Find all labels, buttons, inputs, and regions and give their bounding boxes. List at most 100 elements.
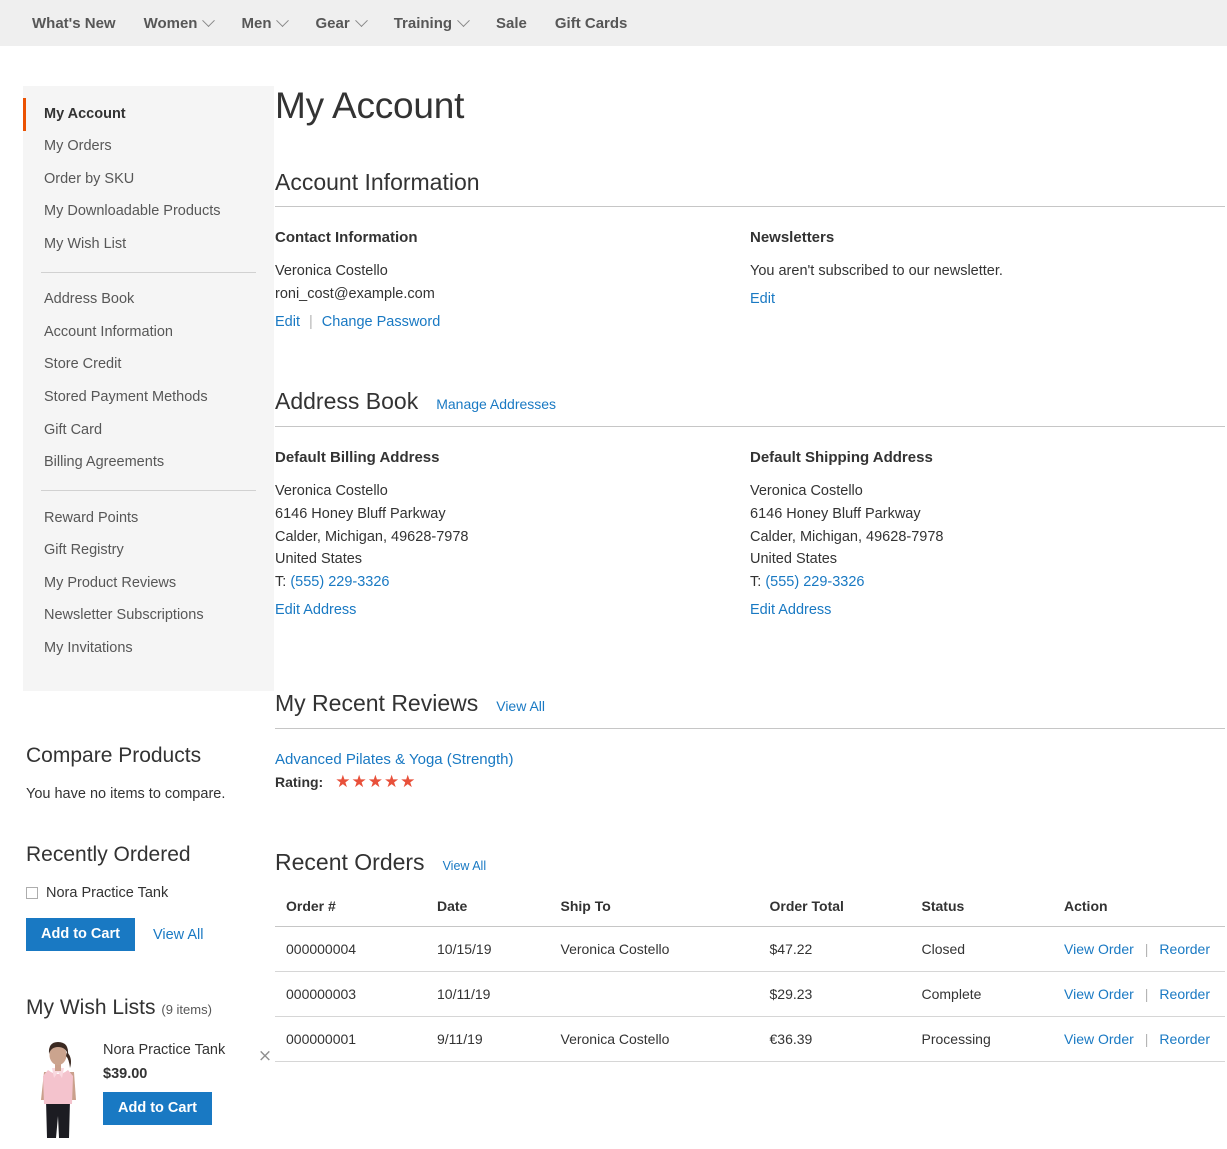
account-information-columns: Contact Information Veronica Costello ro… bbox=[275, 229, 1225, 330]
separator: | bbox=[1144, 941, 1149, 958]
view-all-link[interactable]: View All bbox=[153, 927, 204, 943]
review-product-link[interactable]: Advanced Pilates & Yoga (Strength) bbox=[275, 751, 1225, 768]
sidebar-item-label: Store Credit bbox=[44, 356, 122, 373]
cell-ship-to: Veronica Costello bbox=[550, 926, 760, 973]
nav-item-sale[interactable]: Sale bbox=[482, 0, 541, 46]
phone-prefix: T: bbox=[275, 574, 287, 591]
cell-status: Complete bbox=[911, 971, 1054, 1018]
cell-order-number: 000000001 bbox=[275, 1016, 427, 1063]
edit-contact-link[interactable]: Edit bbox=[275, 314, 300, 330]
recently-ordered-item-label: Nora Practice Tank bbox=[46, 885, 169, 902]
sidebar-item-my-wish-list[interactable]: My Wish List bbox=[23, 228, 274, 261]
recent-reviews-section: My Recent Reviews View All Advanced Pila… bbox=[275, 690, 1225, 791]
view-order-link[interactable]: View Order bbox=[1064, 986, 1134, 1002]
close-icon[interactable]: × bbox=[254, 1038, 276, 1066]
nav-item-label: What's New bbox=[32, 14, 116, 32]
cell-actions: View Order | Reorder bbox=[1054, 1016, 1225, 1063]
sidebar-item-my-account[interactable]: My Account bbox=[23, 98, 274, 131]
main-content: My Account Account Information Contact I… bbox=[275, 85, 1227, 1138]
view-order-link[interactable]: View Order bbox=[1064, 1031, 1134, 1047]
view-all-orders-link[interactable]: View All bbox=[443, 859, 487, 873]
divider bbox=[41, 271, 256, 273]
billing-address-phone-row: T: (555) 229-3326 bbox=[275, 571, 728, 594]
nav-item-men[interactable]: Men bbox=[227, 0, 301, 46]
wish-lists-title-text: My Wish Lists bbox=[26, 995, 156, 1019]
sidebar-item-store-credit[interactable]: Store Credit bbox=[23, 349, 274, 382]
sidebar-item-stored-payment-methods[interactable]: Stored Payment Methods bbox=[23, 382, 274, 415]
contact-actions: Edit | Change Password bbox=[275, 314, 728, 330]
list-item: Nora Practice Tank bbox=[26, 885, 276, 901]
cell-ship-to: Veronica Costello bbox=[550, 1016, 760, 1063]
billing-phone-link[interactable]: (555) 229-3326 bbox=[290, 574, 389, 590]
sidebar-item-label: Gift Card bbox=[44, 421, 103, 438]
reorder-link[interactable]: Reorder bbox=[1159, 986, 1210, 1002]
product-thumbnail[interactable] bbox=[26, 1038, 90, 1139]
recent-orders-header: Recent Orders View All bbox=[275, 849, 1225, 881]
sidebar-item-label: My Downloadable Products bbox=[44, 203, 221, 220]
nav-item-women[interactable]: Women bbox=[130, 0, 228, 46]
view-all-reviews-link[interactable]: View All bbox=[496, 698, 545, 714]
sidebar-item-account-information[interactable]: Account Information bbox=[23, 316, 274, 349]
chevron-down-icon bbox=[354, 13, 368, 27]
sidebar-item-my-product-reviews[interactable]: My Product Reviews bbox=[23, 567, 274, 600]
section-title: Recent Orders bbox=[275, 848, 425, 875]
contact-email: roni_cost@example.com bbox=[275, 286, 435, 303]
product-name[interactable]: Nora Practice Tank bbox=[103, 1042, 241, 1058]
change-password-link[interactable]: Change Password bbox=[322, 314, 441, 330]
contact-information-block: Contact Information Veronica Costello ro… bbox=[275, 229, 750, 330]
compare-products-title: Compare Products bbox=[26, 744, 202, 767]
column-header-action: Action bbox=[1054, 886, 1225, 928]
nav-item-whats-new[interactable]: What's New bbox=[18, 0, 130, 46]
cell-order-total: $29.23 bbox=[759, 971, 912, 1018]
sidebar-item-label: Order by SKU bbox=[44, 170, 135, 187]
edit-newsletter-link[interactable]: Edit bbox=[750, 291, 775, 307]
sidebar-item-my-downloadable-products[interactable]: My Downloadable Products bbox=[23, 196, 274, 229]
sidebar-item-my-invitations[interactable]: My Invitations bbox=[23, 632, 274, 665]
shipping-address-name: Veronica Costello bbox=[750, 482, 863, 499]
sidebar-item-billing-agreements[interactable]: Billing Agreements bbox=[23, 447, 274, 480]
nav-item-label: Men bbox=[241, 14, 272, 32]
billing-address-title: Default Billing Address bbox=[275, 448, 440, 466]
billing-address-street: 6146 Honey Bluff Parkway bbox=[275, 505, 446, 522]
edit-billing-address-link[interactable]: Edit Address bbox=[275, 602, 356, 618]
product-image bbox=[26, 1038, 90, 1139]
account-information-header: Account Information bbox=[275, 169, 1225, 208]
page-body: My Account My Orders Order by SKU My Dow… bbox=[0, 46, 1227, 1139]
view-order-link[interactable]: View Order bbox=[1064, 941, 1134, 957]
chevron-down-icon bbox=[276, 13, 290, 27]
sidebar-item-gift-card[interactable]: Gift Card bbox=[23, 414, 274, 447]
manage-addresses-link[interactable]: Manage Addresses bbox=[436, 396, 556, 412]
edit-shipping-address-link[interactable]: Edit Address bbox=[750, 602, 831, 618]
sidebar-item-my-orders[interactable]: My Orders bbox=[23, 131, 274, 164]
sidebar-item-label: Account Information bbox=[44, 323, 173, 340]
page-title: My Account bbox=[275, 85, 465, 126]
sidebar-item-reward-points[interactable]: Reward Points bbox=[23, 502, 274, 535]
recently-ordered-checkbox[interactable] bbox=[26, 887, 38, 900]
cell-order-number: 000000003 bbox=[275, 971, 427, 1018]
shipping-phone-link[interactable]: (555) 229-3326 bbox=[765, 574, 864, 590]
sidebar-item-address-book[interactable]: Address Book bbox=[23, 284, 274, 317]
recently-ordered-block: Recently Ordered Nora Practice Tank Add … bbox=[26, 802, 276, 951]
cell-date: 10/11/19 bbox=[427, 971, 551, 1018]
table-row: 000000003 10/11/19 $29.23 Complete View … bbox=[275, 971, 1225, 1018]
nav-item-gear[interactable]: Gear bbox=[301, 0, 379, 46]
reorder-link[interactable]: Reorder bbox=[1159, 1031, 1210, 1047]
wish-lists-count: (9 items) bbox=[161, 1001, 212, 1017]
sidebar-item-label: Gift Registry bbox=[44, 542, 124, 559]
nav-item-gift-cards[interactable]: Gift Cards bbox=[541, 0, 642, 46]
add-to-cart-button[interactable]: Add to Cart bbox=[103, 1092, 212, 1125]
add-to-cart-button[interactable]: Add to Cart bbox=[26, 918, 135, 951]
nav-item-training[interactable]: Training bbox=[380, 0, 482, 46]
newsletters-block: Newsletters You aren't subscribed to our… bbox=[750, 229, 1225, 330]
sidebar-item-order-by-sku[interactable]: Order by SKU bbox=[23, 163, 274, 196]
section-title: My Recent Reviews bbox=[275, 690, 479, 717]
sidebar-item-newsletter-subscriptions[interactable]: Newsletter Subscriptions bbox=[23, 600, 274, 633]
star-rating-icon: ★★★★★ bbox=[335, 771, 417, 792]
reorder-link[interactable]: Reorder bbox=[1159, 941, 1210, 957]
sidebar-item-label: My Wish List bbox=[44, 235, 127, 252]
nav-item-label: Gift Cards bbox=[554, 14, 628, 32]
newsletters-title: Newsletters bbox=[750, 229, 835, 247]
sidebar-item-gift-registry[interactable]: Gift Registry bbox=[23, 535, 274, 568]
sidebar-item-label: My Product Reviews bbox=[44, 574, 177, 591]
column-header-order: Order # bbox=[275, 886, 427, 928]
